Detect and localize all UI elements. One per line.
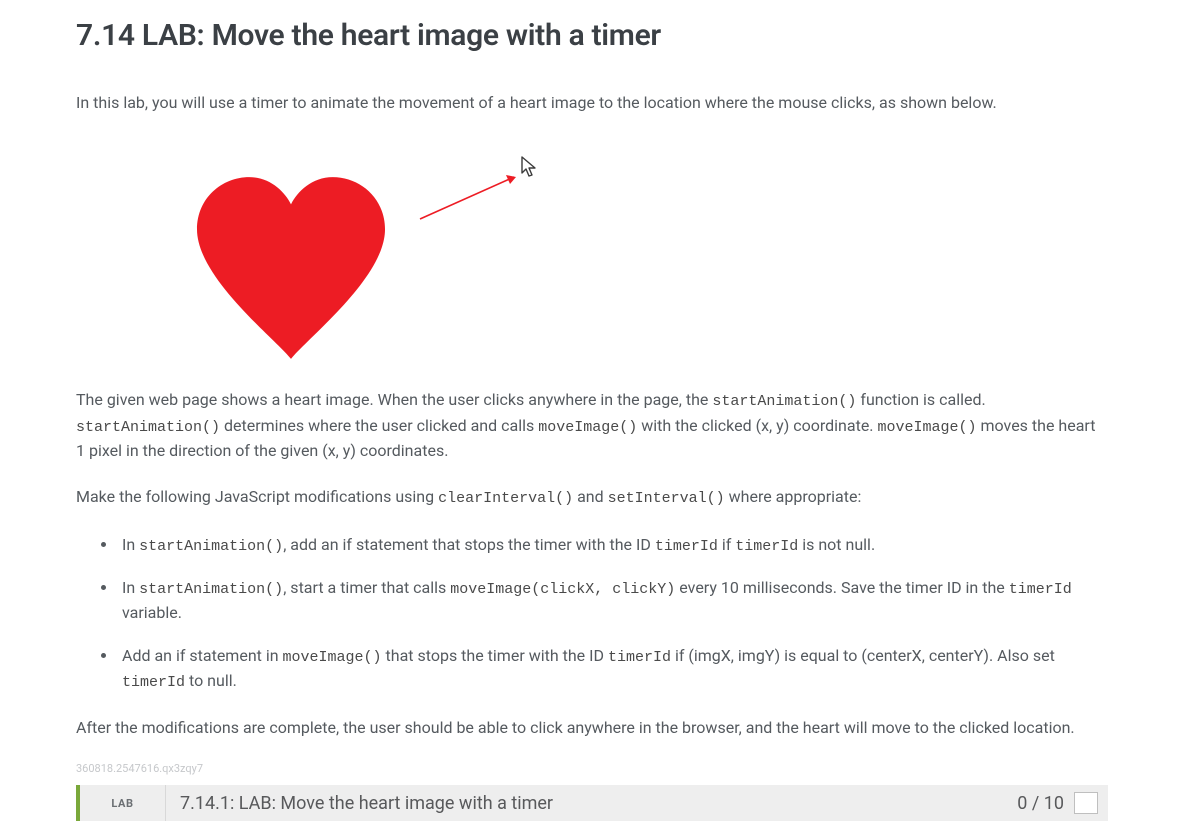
text-fragment: The given web page shows a heart image. … <box>76 390 712 409</box>
code-fragment: timerId <box>655 538 718 555</box>
text-fragment: and <box>573 487 608 506</box>
code-fragment: timerId <box>735 538 798 555</box>
text-fragment: if <box>718 535 735 554</box>
text-fragment: , add an if statement that stops the tim… <box>283 535 655 554</box>
code-fragment: startAnimation() <box>712 393 856 410</box>
code-fragment: setInterval() <box>608 490 725 507</box>
text-fragment: to null. <box>185 671 237 690</box>
heart-illustration <box>76 137 576 362</box>
code-fragment: startAnimation() <box>139 538 283 555</box>
page-title: 7.14 LAB: Move the heart image with a ti… <box>76 18 1108 53</box>
lab-tag-label: LAB <box>111 797 133 810</box>
code-fragment: moveImage(clickX, clickY) <box>450 581 675 598</box>
score-text: 0 / 10 <box>1017 793 1064 814</box>
text-fragment: function is called. <box>856 390 985 409</box>
description-paragraph: The given web page shows a heart image. … <box>76 388 1108 463</box>
code-fragment: timerId <box>608 649 671 666</box>
instructions-lead: Make the following JavaScript modificati… <box>76 485 1108 511</box>
text-fragment: every 10 milliseconds. Save the timer ID… <box>675 578 1008 597</box>
code-fragment: moveImage() <box>283 649 382 666</box>
cursor-icon <box>521 156 539 178</box>
text-fragment: with the clicked (x, y) coordinate. <box>637 416 877 435</box>
modifications-list: In startAnimation(), add an if statement… <box>76 533 1108 695</box>
watermark-id: 360818.2547616.qx3zqy7 <box>76 762 1108 775</box>
code-fragment: moveImage() <box>538 419 637 436</box>
code-fragment: timerId <box>122 674 185 691</box>
text-fragment: variable. <box>122 603 182 622</box>
code-fragment: startAnimation() <box>76 419 220 436</box>
heart-icon <box>186 173 396 361</box>
closing-paragraph: After the modifications are complete, th… <box>76 716 1108 740</box>
code-fragment: moveImage() <box>878 419 977 436</box>
text-fragment: is not null. <box>798 535 875 554</box>
lab-activity-title: 7.14.1: LAB: Move the heart image with a… <box>166 785 1017 821</box>
intro-paragraph: In this lab, you will use a timer to ani… <box>76 91 1108 115</box>
list-item: In startAnimation(), start a timer that … <box>118 576 1108 626</box>
text-fragment: that stops the timer with the ID <box>382 646 608 665</box>
lab-tag: LAB <box>80 785 166 821</box>
lab-page: 7.14 LAB: Move the heart image with a ti… <box>0 0 1184 821</box>
text-fragment: Make the following JavaScript modificati… <box>76 487 438 506</box>
arrow-icon <box>416 169 526 224</box>
code-fragment: startAnimation() <box>139 581 283 598</box>
list-item: Add an if statement in moveImage() that … <box>118 644 1108 695</box>
text-fragment: In <box>122 535 139 554</box>
code-fragment: clearInterval() <box>438 490 573 507</box>
lab-score: 0 / 10 <box>1017 785 1108 821</box>
text-fragment: In <box>122 578 139 597</box>
text-fragment: where appropriate: <box>725 487 862 506</box>
list-item: In startAnimation(), add an if statement… <box>118 533 1108 558</box>
score-box <box>1074 792 1098 814</box>
code-fragment: timerId <box>1009 581 1072 598</box>
lab-activity-bar[interactable]: LAB 7.14.1: LAB: Move the heart image wi… <box>76 785 1108 821</box>
text-fragment: if (imgX, imgY) is equal to (centerX, ce… <box>671 646 1055 665</box>
text-fragment: Add an if statement in <box>122 646 283 665</box>
text-fragment: , start a timer that calls <box>283 578 450 597</box>
text-fragment: determines where the user clicked and ca… <box>220 416 538 435</box>
